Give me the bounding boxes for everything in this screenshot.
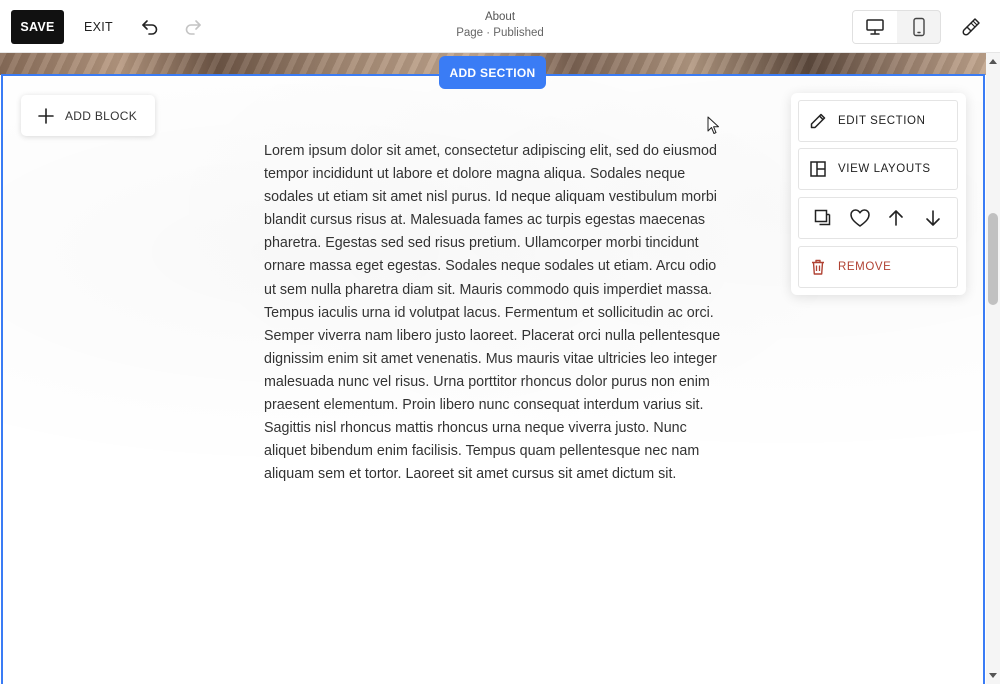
mobile-icon[interactable] — [897, 11, 941, 43]
arrow-down-icon[interactable] — [918, 203, 948, 233]
section-icon-row — [798, 197, 958, 239]
trash-icon — [812, 259, 824, 275]
add-section-button[interactable]: ADD SECTION — [439, 56, 546, 89]
paintbrush-icon[interactable] — [955, 12, 987, 42]
page-scrollbar[interactable] — [986, 53, 1000, 684]
editor-toolbar: SAVE EXIT About Page · Published — [0, 0, 1000, 53]
mouse-cursor-icon — [707, 116, 721, 141]
plus-icon — [38, 107, 54, 124]
add-block-label: ADD BLOCK — [65, 108, 138, 123]
heart-icon[interactable] — [845, 203, 875, 233]
pencil-icon — [810, 113, 826, 129]
redo-icon[interactable] — [178, 12, 208, 42]
scroll-down-icon[interactable] — [986, 670, 1000, 682]
page-title: About — [484, 11, 516, 23]
arrow-up-icon[interactable] — [881, 203, 911, 233]
add-block-button[interactable]: ADD BLOCK — [21, 95, 155, 136]
view-layouts-label: VIEW LAYOUTS — [838, 163, 931, 175]
view-layouts-button[interactable]: VIEW LAYOUTS — [798, 148, 958, 190]
duplicate-icon[interactable] — [808, 203, 838, 233]
device-toggle — [852, 10, 941, 44]
undo-icon[interactable] — [135, 12, 165, 42]
save-button[interactable]: SAVE — [11, 10, 64, 44]
remove-section-button[interactable]: REMOVE — [798, 246, 958, 288]
layout-icon — [810, 161, 826, 177]
scroll-up-icon[interactable] — [986, 55, 1000, 67]
remove-label: REMOVE — [838, 261, 892, 273]
body-text-block[interactable]: Lorem ipsum dolor sit amet, consectetur … — [264, 140, 726, 486]
edit-section-label: EDIT SECTION — [838, 115, 926, 127]
page-status: Page · Published — [456, 27, 544, 39]
exit-button[interactable]: EXIT — [78, 10, 119, 44]
desktop-icon[interactable] — [853, 11, 897, 43]
section-actions-panel: EDIT SECTION VIEW LAYOUTS REMOVE — [791, 93, 966, 295]
edit-section-button[interactable]: EDIT SECTION — [798, 100, 958, 142]
scroll-thumb[interactable] — [988, 213, 998, 305]
